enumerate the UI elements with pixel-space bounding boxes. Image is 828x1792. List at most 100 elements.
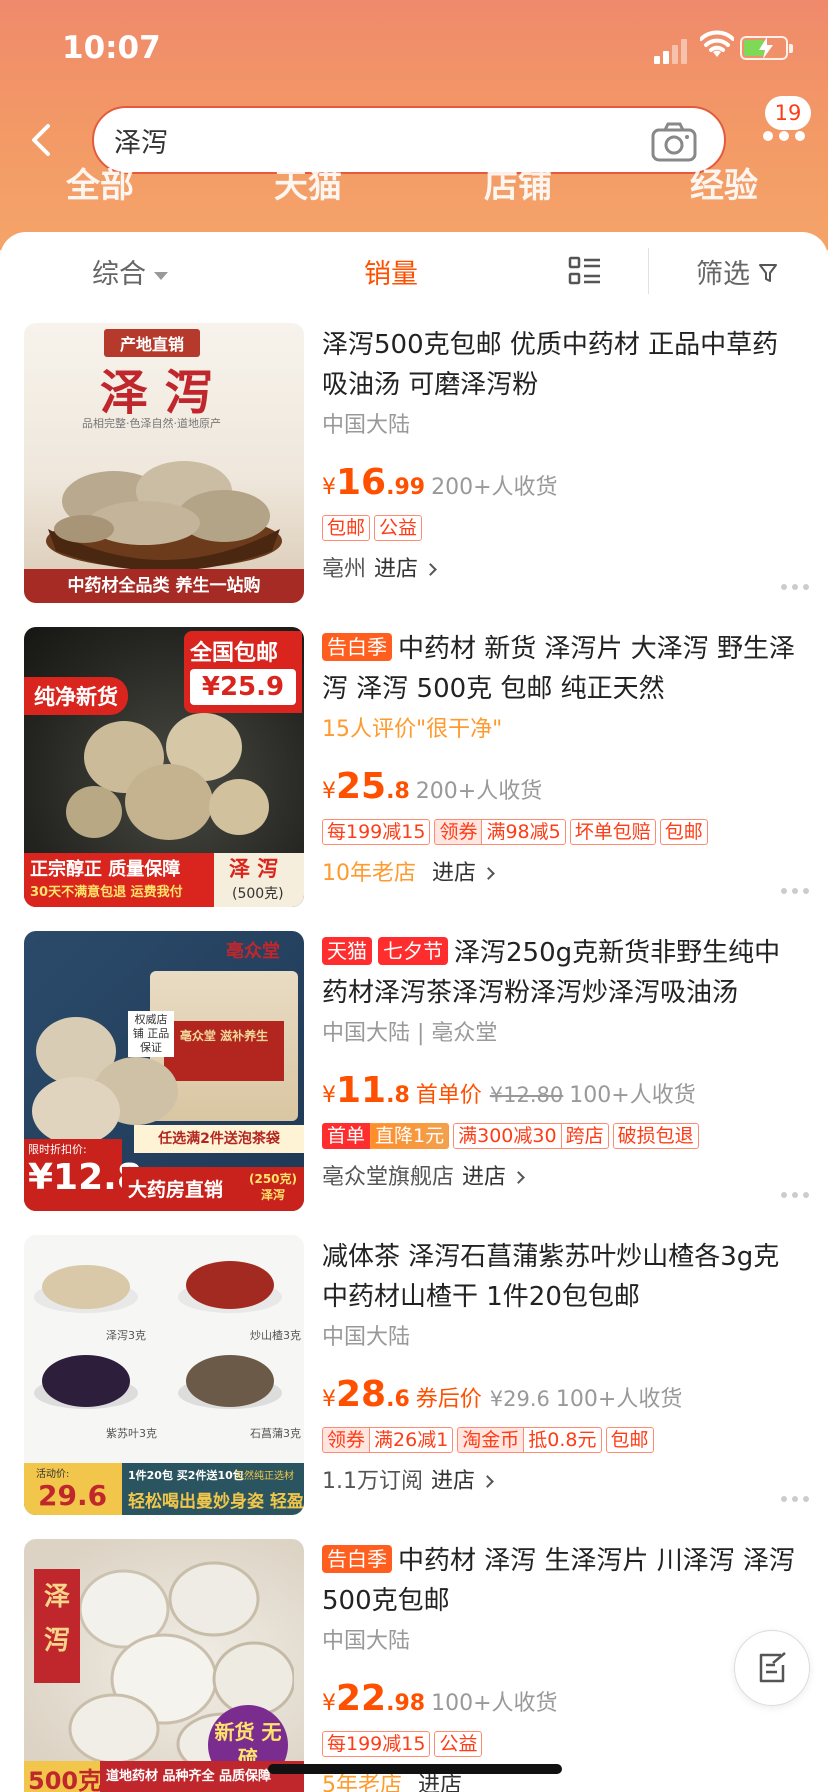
thumb-price-label: 限时折扣价:: [28, 1143, 87, 1156]
tab-tmall[interactable]: 天猫: [274, 158, 342, 202]
edit-note-icon: [759, 1652, 786, 1683]
product-origin: 中国大陆: [322, 1325, 411, 1350]
promo-label: 包邮: [322, 515, 371, 541]
product-card[interactable]: 全国包邮 ¥25.9 纯净新货 正宗醇正 质量保障 30天不满意包退 运费我付 …: [0, 627, 828, 909]
product-title[interactable]: 减体茶 泽泻石菖蒲紫苏叶炒山楂各3g克 中药材山楂干 1件20包包邮: [322, 1237, 802, 1317]
promo-label: 跨店: [561, 1123, 609, 1149]
feedback-button[interactable]: [734, 1630, 810, 1706]
discount-label: 直降1元: [370, 1123, 450, 1149]
more-options-icon[interactable]: [780, 1191, 810, 1199]
promo-label: 每199减15: [322, 1731, 431, 1757]
filter-icon[interactable]: [758, 262, 778, 284]
sales-count: 100+人收货: [555, 1387, 683, 1412]
price-row: ¥11.8 首单价 ¥12.80 100+人收货: [322, 1070, 696, 1111]
tab-all[interactable]: 全部: [66, 158, 134, 202]
store-link[interactable]: 亳州 进店: [322, 553, 802, 587]
caret-down-icon: [154, 271, 168, 280]
promo-label: 每199减15: [322, 819, 431, 845]
product-image[interactable]: 亳众堂 亳众堂 滋补养生 权威店铺 正品保证 任选满2件送泡茶袋 限时折扣价: …: [24, 931, 304, 1211]
review-highlight: 15人评价"很干净": [322, 717, 503, 742]
sort-bar: 综合 销量 筛选: [0, 232, 828, 316]
promo-labels: 每199减15 公益: [322, 1731, 802, 1761]
chevron-right-icon: [482, 867, 495, 880]
thumb-brand: 亳众堂: [226, 941, 280, 962]
back-chevron-icon[interactable]: [24, 118, 60, 162]
signal-icon: [654, 34, 690, 64]
thumb-footer: 中药材全品类 养生一站购: [24, 569, 304, 603]
event-tag: 告白季: [322, 1545, 392, 1573]
product-origin: 中国大陆 | 亳众堂: [322, 1021, 498, 1046]
promo-labels: 每199减15 领券 满98减5 坏单包赔 包邮: [322, 819, 802, 849]
enter-store[interactable]: 进店: [462, 1165, 506, 1190]
original-price: ¥12.80: [489, 1083, 564, 1107]
sort-comprehensive[interactable]: 综合: [92, 252, 168, 291]
store-link[interactable]: 10年老店 进店: [322, 857, 802, 891]
product-title[interactable]: 泽泻500克包邮 优质中药材 正品中草药 吸油汤 可磨泽泻粉: [322, 325, 802, 405]
product-card[interactable]: 泽 泻 新货 无硫 500克 道地药材 品种齐全 品质保障 告白季 中药材 泽泻 …: [0, 1539, 828, 1792]
filter-button[interactable]: 筛选: [696, 252, 750, 291]
product-title[interactable]: 告白季 中药材 泽泻 生泽泻片 川泽泻 泽泻 500克包邮: [322, 1541, 802, 1621]
price-row: ¥25.8 200+人收货: [322, 766, 543, 807]
enter-store[interactable]: 进店: [431, 1469, 475, 1494]
price-label: 首单价: [415, 1083, 482, 1108]
product-image[interactable]: 全国包邮 ¥25.9 纯净新货 正宗醇正 质量保障 30天不满意包退 运费我付 …: [24, 627, 304, 907]
promo-label: 坏单包赔: [569, 819, 656, 845]
list-view-icon[interactable]: [568, 256, 602, 286]
enter-store[interactable]: 进店: [432, 861, 476, 886]
coupon-label[interactable]: 领券: [434, 819, 482, 845]
promo-labels: 首单 直降1元 满300减30 跨店 破损包退: [322, 1123, 802, 1153]
product-card[interactable]: 泽泻3克 炒山楂3克 紫苏叶3克 石菖蒲3克 活动价: 29.6 1件20包 买…: [0, 1235, 828, 1517]
coupon-label[interactable]: 领券: [322, 1427, 370, 1453]
sort-sales[interactable]: 销量: [364, 252, 418, 291]
thumb-left-text: 纯净新货: [24, 677, 128, 715]
more-icon[interactable]: [762, 128, 806, 144]
product-image[interactable]: 泽 泻 新货 无硫 500克 道地药材 品种齐全 品质保障: [24, 1539, 304, 1792]
promo-labels: 领券 满26减1 淘金币 抵0.8元 包邮: [322, 1427, 802, 1457]
store-link[interactable]: 亳众堂旗舰店 进店: [322, 1161, 802, 1195]
enter-store[interactable]: 进店: [374, 557, 418, 582]
product-image[interactable]: 泽泻3克 炒山楂3克 紫苏叶3克 石菖蒲3克 活动价: 29.6 1件20包 买…: [24, 1235, 304, 1515]
tmall-tag: 天猫: [322, 937, 372, 965]
thumb-weight: 500克: [24, 1761, 102, 1792]
product-card[interactable]: 产地直销 泽 泻 品相完整·色泽自然·道地原产 中药材全品类 养生一站购 泽泻5…: [0, 323, 828, 605]
promo-label: 包邮: [659, 819, 708, 845]
store-subscribers: 1.1万订阅: [322, 1469, 423, 1494]
thumb-price-label: 活动价:: [36, 1469, 70, 1480]
more-options-icon[interactable]: [780, 1495, 810, 1503]
product-title[interactable]: 天猫 七夕节 泽泻250g克新货非野生纯中药材泽泻茶泽泻粉泽泻炒泽泻吸油汤: [322, 933, 802, 1013]
tab-experience[interactable]: 经验: [690, 158, 758, 202]
thumb-footer-sub: 30天不满意包退 运费我付: [30, 885, 183, 900]
thumb-small-text: 品相完整·色泽自然·道地原产: [82, 417, 221, 430]
herb-bowl-illustration: [46, 461, 282, 571]
first-order-label: 首单: [322, 1123, 371, 1149]
thumb-side-text: 泽 泻: [34, 1569, 80, 1683]
product-card[interactable]: 亳众堂 亳众堂 滋补养生 权威店铺 正品保证 任选满2件送泡茶袋 限时折扣价: …: [0, 931, 828, 1213]
message-badge: 19: [765, 96, 811, 130]
store-name: 亳众堂旗舰店: [322, 1165, 455, 1190]
more-options-icon[interactable]: [780, 887, 810, 895]
more-options-icon[interactable]: [780, 583, 810, 591]
promo-label: 满26减1: [369, 1427, 454, 1453]
product-image[interactable]: 产地直销 泽 泻 品相完整·色泽自然·道地原产 中药材全品类 养生一站购: [24, 323, 304, 603]
price-integer: 22: [336, 1678, 387, 1719]
promo-label: 满300减30: [453, 1123, 562, 1149]
product-title[interactable]: 告白季 中药材 新货 泽泻片 大泽泻 野生泽泻 泽泻 500克 包邮 纯正天然: [322, 629, 802, 709]
price-label: 券后价: [415, 1387, 482, 1412]
store-link[interactable]: 1.1万订阅 进店: [322, 1465, 802, 1499]
thumb-footer-main: 正宗醇正 质量保障: [30, 859, 181, 880]
sales-count: 200+人收货: [431, 475, 558, 500]
price-integer: 25: [336, 766, 387, 807]
promo-label: 抵0.8元: [523, 1427, 602, 1453]
thumb-promo: 任选满2件送泡茶袋: [134, 1125, 304, 1153]
price-row: ¥28.6 券后价 ¥29.6 100+人收货: [322, 1374, 683, 1415]
camera-icon[interactable]: [650, 122, 698, 162]
enter-store[interactable]: 进店: [418, 1773, 462, 1792]
promo-label: 满98减5: [481, 819, 566, 845]
chevron-right-icon: [424, 563, 437, 576]
tab-shops[interactable]: 店铺: [484, 158, 552, 202]
promo-labels: 包邮 公益: [322, 515, 802, 545]
divider: [648, 248, 649, 294]
price-integer: 11: [336, 1070, 387, 1111]
promo-label: 公益: [434, 1731, 483, 1757]
herb-slices-illustration: [66, 713, 269, 840]
